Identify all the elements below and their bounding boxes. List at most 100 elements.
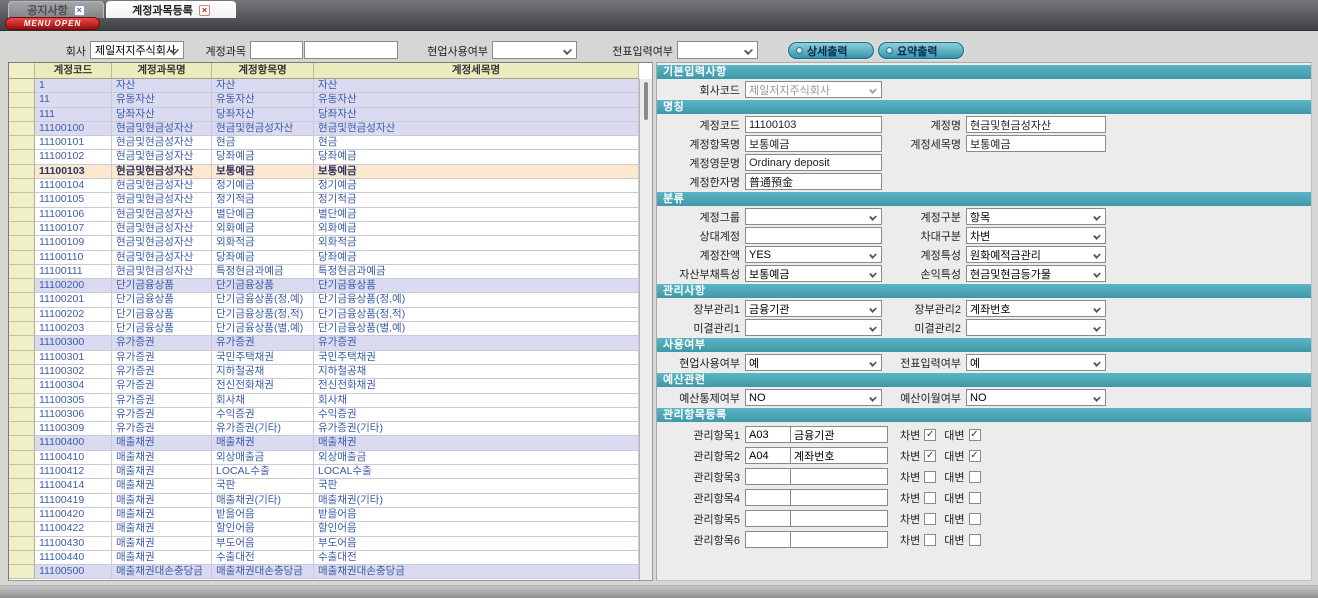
table-row[interactable]: 11100301유가증권국민주택채권국민주택채권 (9, 351, 639, 365)
row-selector[interactable] (9, 293, 35, 307)
row-selector[interactable] (9, 365, 35, 379)
row-selector[interactable] (9, 222, 35, 236)
table-row[interactable]: 11100107현금및현금성자산외화예금외화예금 (9, 222, 639, 236)
biz-use-select[interactable] (492, 41, 577, 59)
slip-entry-select[interactable] (677, 41, 758, 59)
hanja-name-field[interactable] (749, 176, 878, 188)
table-row[interactable]: 11100305유가증권회사채회사채 (9, 394, 639, 408)
table-row[interactable]: 11100500매출채권대손충당금매출채권대손충당금매출채권대손충당금 (9, 565, 639, 579)
acct-type-select[interactable]: 항목 (966, 208, 1106, 225)
table-row[interactable]: 11100300유가증권유가증권유가증권 (9, 336, 639, 350)
row-selector[interactable] (9, 193, 35, 207)
row-selector[interactable] (9, 537, 35, 551)
table-row[interactable]: 11100414매출채권국판국판 (9, 479, 639, 493)
counter-acct-field[interactable] (749, 230, 878, 242)
table-row[interactable]: 11100306유가증권수익증권수익증권 (9, 408, 639, 422)
table-row[interactable]: 11100105현금및현금성자산정기적금정기적금 (9, 193, 639, 207)
table-row[interactable]: 11100203단기금융상품단기금융상품(별,예)단기금융상품(별,예) (9, 322, 639, 336)
company-select[interactable]: 제일저지주식회사 (90, 41, 184, 59)
open1-select[interactable] (745, 319, 882, 336)
table-row[interactable]: 11100202단기금융상품단기금융상품(정,적)단기금융상품(정,적) (9, 308, 639, 322)
debit-checkbox[interactable] (924, 513, 936, 525)
grid-header-subject[interactable]: 계정과목명 (112, 63, 212, 78)
row-selector[interactable] (9, 379, 35, 393)
debit-checkbox[interactable] (924, 471, 936, 483)
table-row[interactable]: 11100111현금및현금성자산특정현금과예금특정현금과예금 (9, 265, 639, 279)
row-selector[interactable] (9, 451, 35, 465)
row-selector[interactable] (9, 436, 35, 450)
acct-name-field[interactable] (970, 119, 1102, 131)
company-code-select[interactable]: 제일저지주식회사 (745, 81, 882, 98)
ledger2-select[interactable]: 계좌번호 (966, 300, 1106, 317)
table-row[interactable]: 11100420매출채권받을어음받을어음 (9, 508, 639, 522)
asset-attr-select[interactable]: 보통예금 (745, 265, 882, 282)
table-row[interactable]: 11100109현금및현금성자산외화적금외화적금 (9, 236, 639, 250)
row-selector[interactable] (9, 122, 35, 136)
debit-checkbox[interactable] (924, 534, 936, 546)
grid-header-item[interactable]: 계정항목명 (212, 63, 314, 78)
mgmt-item-name-field[interactable] (791, 468, 888, 485)
row-selector[interactable] (9, 565, 35, 579)
acct-attr-select[interactable]: 원화예적금관리 (966, 246, 1106, 263)
account-name-input[interactable] (304, 41, 398, 59)
mgmt-item-name-field[interactable] (791, 531, 888, 548)
debit-checkbox[interactable] (924, 429, 936, 441)
credit-checkbox[interactable] (969, 471, 981, 483)
mgmt-item-code-field[interactable] (745, 510, 791, 527)
credit-checkbox[interactable] (969, 492, 981, 504)
row-selector[interactable] (9, 494, 35, 508)
row-selector[interactable] (9, 336, 35, 350)
tab-notice[interactable]: 공지사항 × (8, 1, 104, 18)
mgmt-item-code-field[interactable] (745, 426, 791, 443)
mgmt-item-name-field[interactable] (791, 510, 888, 527)
row-selector[interactable] (9, 108, 35, 122)
pl-attr-select[interactable]: 현금및현금등가물 (966, 265, 1106, 282)
grid-header-detail[interactable]: 계정세목명 (314, 63, 639, 78)
table-row[interactable]: 11100412매출채권LOCAL수출LOCAL수출 (9, 465, 639, 479)
detail-biz-use-select[interactable]: 예 (745, 354, 882, 371)
ledger1-select[interactable]: 금융기관 (745, 300, 882, 317)
account-code-input[interactable] (250, 41, 303, 59)
acct-balance-select[interactable]: YES (745, 246, 882, 263)
row-selector[interactable] (9, 279, 35, 293)
table-row[interactable]: 11100309유가증권유가증권(기타)유가증권(기타) (9, 422, 639, 436)
grid-scrollbar[interactable] (639, 79, 652, 580)
table-row[interactable]: 111당좌자산당좌자산당좌자산 (9, 108, 639, 122)
table-row[interactable]: 11100302유가증권지하철공채지하철공채 (9, 365, 639, 379)
row-selector[interactable] (9, 522, 35, 536)
open2-select[interactable] (966, 319, 1106, 336)
table-row[interactable]: 11100102현금및현금성자산당좌예금당좌예금 (9, 150, 639, 164)
row-selector[interactable] (9, 208, 35, 222)
table-row[interactable]: 11100110현금및현금성자산당좌예금당좌예금 (9, 251, 639, 265)
row-selector[interactable] (9, 79, 35, 93)
row-selector[interactable] (9, 165, 35, 179)
row-selector[interactable] (9, 93, 35, 107)
mgmt-item-code-field[interactable] (745, 531, 791, 548)
debit-checkbox[interactable] (924, 492, 936, 504)
row-selector[interactable] (9, 551, 35, 565)
table-row[interactable]: 11100103현금및현금성자산보통예금보통예금 (9, 165, 639, 179)
row-selector[interactable] (9, 422, 35, 436)
table-row[interactable]: 11100419매출채권매출채권(기타)매출채권(기타) (9, 494, 639, 508)
row-selector[interactable] (9, 136, 35, 150)
dc-type-select[interactable]: 차변 (966, 227, 1106, 244)
close-icon[interactable]: × (74, 5, 85, 16)
row-selector[interactable] (9, 508, 35, 522)
mgmt-item-code-field[interactable] (745, 447, 791, 464)
table-row[interactable]: 11100101현금및현금성자산현금현금 (9, 136, 639, 150)
detail-name-field[interactable] (970, 138, 1102, 150)
mgmt-item-name-field[interactable] (791, 426, 888, 443)
tab-account-registration[interactable]: 계정과목등록 × (106, 1, 236, 18)
row-selector[interactable] (9, 236, 35, 250)
mgmt-item-name-field[interactable] (791, 447, 888, 464)
grid-scrollbar-thumb[interactable] (644, 82, 648, 120)
acct-code-field[interactable] (749, 119, 878, 131)
detail-slip-entry-select[interactable]: 예 (966, 354, 1106, 371)
table-row[interactable]: 11유동자산유동자산유동자산 (9, 93, 639, 107)
debit-checkbox[interactable] (924, 450, 936, 462)
budget-carry-select[interactable]: NO (966, 389, 1106, 406)
mgmt-item-name-field[interactable] (791, 489, 888, 506)
credit-checkbox[interactable] (969, 429, 981, 441)
mgmt-item-code-field[interactable] (745, 468, 791, 485)
row-selector[interactable] (9, 479, 35, 493)
